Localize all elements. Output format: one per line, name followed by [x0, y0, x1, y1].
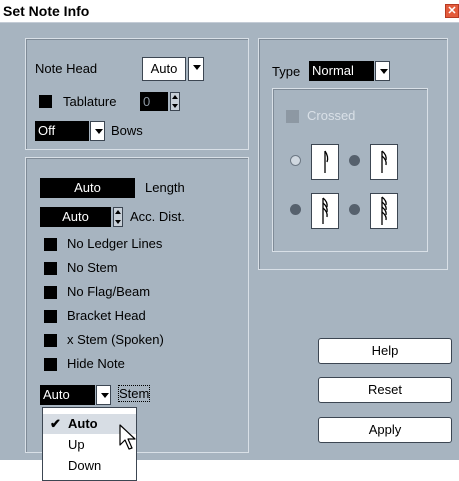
x-stem-checkbox[interactable]	[44, 334, 57, 347]
type-value: Normal	[312, 63, 354, 78]
apply-button-label: Apply	[368, 422, 402, 437]
tablature-label: Tablature	[63, 94, 117, 109]
no-ledger-lines-label: No Ledger Lines	[67, 236, 163, 251]
note-head-dropdown-arrow[interactable]	[188, 57, 204, 81]
length-field[interactable]: Auto	[40, 178, 135, 198]
type-label: Type	[272, 64, 301, 79]
note-head-label: Note Head	[35, 61, 98, 76]
close-icon: ✕	[447, 5, 457, 17]
acc-dist-label: Acc. Dist.	[130, 209, 185, 224]
note-option-radio-2[interactable]	[349, 155, 360, 166]
quadruple-flag-note-icon	[381, 196, 387, 225]
stem-select[interactable]: Auto	[40, 385, 95, 405]
no-flag-beam-checkbox[interactable]	[44, 286, 57, 299]
note-option-box-4[interactable]	[370, 193, 398, 229]
stem-menu-item-down-label: Down	[68, 458, 102, 473]
type-dropdown-arrow[interactable]	[375, 61, 390, 81]
reset-button[interactable]: Reset	[318, 377, 452, 403]
acc-dist-value: Auto	[62, 209, 89, 224]
no-flag-beam-label: No Flag/Beam	[67, 284, 151, 299]
note-option-box-2[interactable]	[370, 144, 398, 180]
apply-button[interactable]: Apply	[318, 417, 452, 443]
title-bar[interactable]: Set Note Info ✕	[0, 0, 459, 23]
hide-note-label: Hide Note	[67, 356, 125, 371]
spin-down-icon[interactable]	[115, 220, 121, 224]
stem-menu-item-up-label: Up	[68, 437, 85, 452]
check-icon: ✔	[50, 416, 61, 431]
crossed-checkbox[interactable]	[286, 110, 299, 123]
tablature-spinner[interactable]	[170, 92, 180, 111]
help-button-label: Help	[371, 343, 399, 358]
stem-menu-item-auto-label: Auto	[68, 416, 98, 431]
hide-note-checkbox[interactable]	[44, 358, 57, 371]
x-stem-label: x Stem (Spoken)	[67, 332, 164, 347]
length-value: Auto	[74, 180, 101, 195]
no-ledger-lines-checkbox[interactable]	[44, 238, 57, 251]
close-button[interactable]: ✕	[445, 4, 459, 18]
note-option-box-1[interactable]	[311, 144, 339, 180]
reset-button-label: Reset	[368, 382, 402, 397]
triple-flag-note-icon	[322, 197, 328, 224]
spin-down-icon[interactable]	[172, 104, 178, 108]
tablature-value: 0	[143, 94, 151, 109]
note-head-value: Auto	[150, 61, 178, 76]
acc-dist-field[interactable]: Auto	[40, 207, 111, 227]
type-select[interactable]: Normal	[309, 61, 374, 81]
bracket-head-checkbox[interactable]	[44, 310, 57, 323]
note-option-radio-4[interactable]	[349, 204, 360, 215]
bows-value: Off	[38, 123, 56, 138]
mouse-cursor-icon	[119, 424, 136, 450]
set-note-info-dialog: Set Note Info ✕ Note Head Auto Tablature…	[0, 0, 459, 460]
tablature-value-field[interactable]: 0	[140, 92, 168, 111]
spin-up-icon[interactable]	[115, 210, 121, 214]
note-option-radio-3[interactable]	[290, 204, 301, 215]
note-option-radio-1[interactable]	[290, 155, 301, 166]
length-label: Length	[145, 180, 185, 195]
note-head-select[interactable]: Auto	[142, 57, 186, 81]
bracket-head-label: Bracket Head	[67, 308, 146, 323]
acc-dist-spinner[interactable]	[113, 207, 123, 227]
window-title: Set Note Info	[3, 3, 90, 19]
no-stem-label: No Stem	[67, 260, 118, 275]
bows-label: Bows	[111, 123, 143, 138]
help-button[interactable]: Help	[318, 338, 452, 364]
spin-up-icon[interactable]	[172, 95, 178, 99]
single-flag-note-icon	[324, 150, 329, 173]
tablature-checkbox[interactable]	[39, 95, 52, 108]
stem-label: Stem	[117, 385, 151, 402]
note-option-box-3[interactable]	[311, 193, 339, 229]
stem-value: Auto	[43, 387, 70, 402]
crossed-label: Crossed	[307, 108, 356, 123]
double-flag-note-icon	[381, 150, 387, 173]
no-stem-checkbox[interactable]	[44, 262, 57, 275]
stem-menu-item-down[interactable]: Down	[43, 456, 136, 476]
bows-select[interactable]: Off	[35, 121, 89, 141]
stem-dropdown-arrow[interactable]	[96, 385, 111, 405]
bows-dropdown-arrow[interactable]	[90, 121, 105, 141]
